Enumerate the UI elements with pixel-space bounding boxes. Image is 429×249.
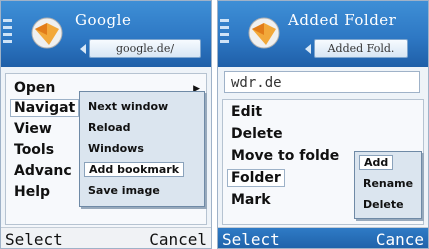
url-field[interactable]: wdr.de <box>224 71 420 93</box>
submenu-item-rename[interactable]: Rename <box>363 177 413 190</box>
signal-bars-icon <box>220 19 232 47</box>
field-arrow-icon <box>305 44 311 54</box>
menu-item-help[interactable]: Help <box>14 184 50 200</box>
submenu-item-delete[interactable]: Delete <box>363 198 404 211</box>
menu-item-folder[interactable]: Folder <box>227 169 285 187</box>
submenu-item-add[interactable]: Add <box>358 155 394 170</box>
select-softkey[interactable]: Select <box>222 230 280 248</box>
globe-icon <box>31 17 63 49</box>
menu-item-mark[interactable]: Mark <box>231 192 271 208</box>
left-phone-screen: Google google.de/ Open ▶ Navigat View To… <box>0 0 212 249</box>
page-title: Added Folder <box>288 11 397 29</box>
menu-item-move-to-folder[interactable]: Move to folde <box>231 148 339 164</box>
folder-submenu: Add Rename Delete <box>354 151 422 219</box>
menu-item-advanced[interactable]: Advanc <box>14 163 72 179</box>
submenu-item-windows[interactable]: Windows <box>88 142 144 155</box>
globe-icon <box>248 17 280 49</box>
menu-item-navigate[interactable]: Navigat <box>9 99 80 117</box>
right-phone-screen: Added Folder Added Fold. wdr.de Edit Del… <box>217 0 429 249</box>
cancel-softkey[interactable]: Cancel <box>149 230 207 248</box>
title-bar: Google google.de/ <box>1 1 211 67</box>
select-softkey[interactable]: Select <box>5 230 63 248</box>
page-title: Google <box>75 11 132 29</box>
submenu-item-save-image[interactable]: Save image <box>88 184 160 197</box>
field-arrow-icon <box>80 44 86 54</box>
menu-item-view[interactable]: View <box>14 121 52 137</box>
softkey-bar: Select Cance <box>218 227 428 248</box>
menu-item-delete[interactable]: Delete <box>231 126 283 142</box>
navigate-submenu: Next window Reload Windows Add bookmark … <box>79 91 205 207</box>
address-field[interactable]: Added Fold. <box>305 39 408 58</box>
submenu-item-add-bookmark[interactable]: Add bookmark <box>83 162 185 177</box>
title-bar: Added Folder Added Fold. <box>218 1 428 67</box>
content-area: Open ▶ Navigat View Tools Advanc Help Ne… <box>1 67 211 225</box>
submenu-item-next-window[interactable]: Next window <box>88 100 168 113</box>
menu-item-open[interactable]: Open <box>14 80 55 96</box>
menu-item-tools[interactable]: Tools <box>14 142 54 158</box>
cancel-softkey[interactable]: Cance <box>376 230 424 248</box>
menu-item-edit[interactable]: Edit <box>231 104 262 120</box>
submenu-item-reload[interactable]: Reload <box>88 121 131 134</box>
content-area: wdr.de Edit Delete Move to folde Folder … <box>218 67 428 225</box>
signal-bars-icon <box>3 19 15 47</box>
softkey-bar: Select Cancel <box>1 227 211 248</box>
address-field[interactable]: google.de/ <box>80 39 201 58</box>
